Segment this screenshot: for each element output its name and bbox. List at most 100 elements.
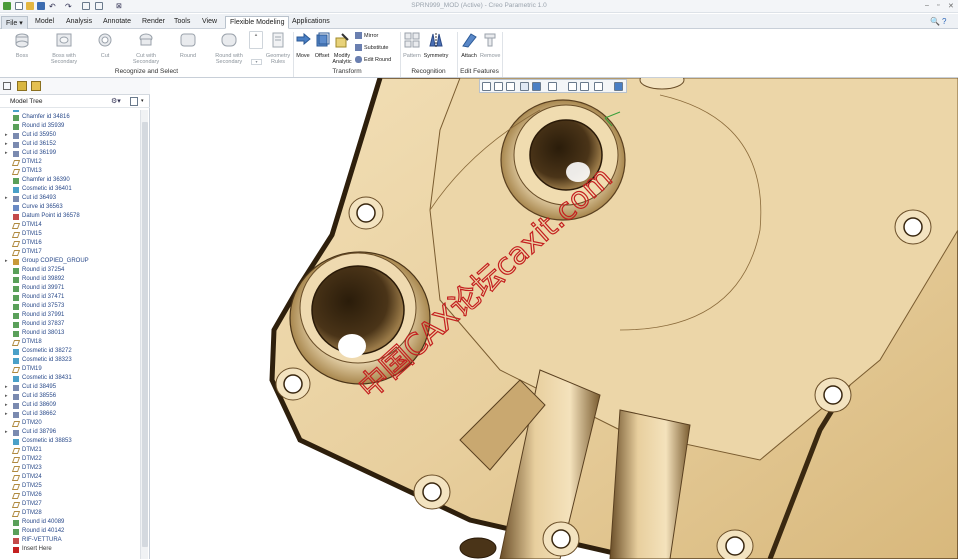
tree-item[interactable]: Round id 39971 — [0, 285, 140, 294]
graphics-area[interactable]: 中国CAX论坛caxit.com — [151, 78, 958, 559]
tab-analysis[interactable]: Analysis — [62, 16, 96, 29]
tree-item[interactable]: Round id 39892 — [0, 276, 140, 285]
zoom-in-icon[interactable] — [494, 82, 503, 91]
expand-icon[interactable]: ▸ — [5, 258, 8, 264]
saved-views-icon[interactable] — [548, 82, 557, 91]
modify-analytic-button[interactable]: Modify Analytic — [331, 32, 353, 66]
expand-icon[interactable]: ▸ — [5, 402, 8, 408]
chevron-down-icon[interactable]: ▾ — [141, 98, 144, 104]
repaint-icon[interactable] — [520, 82, 529, 91]
tree-item[interactable]: Chamfer id 36390 — [0, 177, 140, 186]
tree-item[interactable]: Round id 38013 — [0, 330, 140, 339]
folder-browser-tab-icon[interactable] — [17, 81, 27, 91]
tab-view[interactable]: View — [198, 16, 221, 29]
substitute-button[interactable]: Substitute — [355, 44, 388, 51]
tree-item[interactable]: Round id 35939 — [0, 123, 140, 132]
cut-with-secondary-button[interactable]: Cut with Secondary — [126, 32, 166, 66]
expand-icon[interactable]: ▸ — [5, 411, 8, 417]
tree-scrollbar[interactable] — [140, 110, 148, 559]
minimize-icon[interactable]: – — [925, 2, 929, 9]
symmetry-button[interactable]: Symmetry — [423, 32, 449, 59]
tree-item[interactable]: Cosmetic id 38431 — [0, 375, 140, 384]
expand-icon[interactable]: ▸ — [5, 195, 8, 201]
help-icon[interactable]: ? — [942, 17, 946, 26]
tree-item[interactable]: Cosmetic id 38323 — [0, 357, 140, 366]
round-button[interactable]: Round — [172, 32, 204, 59]
model-tree-list[interactable]: Cosmetic id 34794 Chamfer id 34816 Round i… — [0, 110, 140, 559]
tree-item[interactable]: Curve id 36563 — [0, 204, 140, 213]
model-tree-tab-icon[interactable] — [3, 82, 11, 90]
tree-item[interactable]: Round id 37837 — [0, 321, 140, 330]
tree-item[interactable]: ▸ Cut id 38495 — [0, 384, 140, 393]
restore-icon[interactable]: ▫ — [937, 2, 939, 9]
tree-item[interactable]: ▸ Cut id 38556 — [0, 393, 140, 402]
pattern-button[interactable]: Pattern — [402, 32, 422, 59]
tree-item[interactable]: Round id 40142 — [0, 528, 140, 537]
remove-button[interactable]: Remove — [480, 32, 500, 59]
expand-icon[interactable]: ▸ — [5, 429, 8, 435]
tree-item[interactable]: ▸ Cut id 36493 — [0, 195, 140, 204]
zoom-out-icon[interactable] — [506, 82, 515, 91]
tab-model[interactable]: Model — [31, 16, 58, 29]
boss-with-secondary-button[interactable]: Boss with Secondary — [44, 32, 84, 66]
tree-item[interactable]: ▸ Cut id 36152 — [0, 141, 140, 150]
select-scroll-button[interactable]: ▴ — [249, 31, 263, 49]
tree-item[interactable]: Round id 37573 — [0, 303, 140, 312]
tree-item[interactable]: Round id 37991 — [0, 312, 140, 321]
settings-icon[interactable]: ⚙▾ — [111, 97, 121, 105]
tree-item[interactable]: DTM13 — [0, 168, 140, 177]
tree-item[interactable]: Cosmetic id 36401 — [0, 186, 140, 195]
edit-round-button[interactable]: Edit Round — [355, 56, 391, 63]
tree-item[interactable]: DTM26 — [0, 492, 140, 501]
tree-item[interactable]: ▸ Cut id 38609 — [0, 402, 140, 411]
attach-button[interactable]: Attach — [459, 32, 479, 59]
tab-file[interactable]: File ▾ — [1, 16, 28, 29]
dropdown-button[interactable]: ▾ — [251, 59, 262, 65]
tree-item[interactable]: DTM21 — [0, 447, 140, 456]
mirror-button[interactable]: Mirror — [355, 32, 378, 39]
scroll-thumb[interactable] — [142, 122, 148, 547]
tree-item[interactable]: DTM27 — [0, 501, 140, 510]
round-with-secondary-button[interactable]: Round with Secondary — [209, 32, 249, 66]
tree-item[interactable]: ▸ Cut id 36199 — [0, 150, 140, 159]
tree-item[interactable]: DTM16 — [0, 240, 140, 249]
tab-flexible-modeling[interactable]: Flexible Modeling — [225, 16, 290, 29]
expand-icon[interactable]: ▸ — [5, 141, 8, 147]
expand-icon[interactable]: ▸ — [5, 132, 8, 138]
tree-item[interactable]: DTM17 — [0, 249, 140, 258]
search-icon[interactable]: 🔍 — [930, 17, 940, 26]
tree-item[interactable]: ▸ Group COPIED_GROUP — [0, 258, 140, 267]
tree-item[interactable]: DTM28 — [0, 510, 140, 519]
geometry-rules-button[interactable]: Geometry Rules — [264, 32, 292, 66]
datum-display-icon[interactable] — [580, 82, 589, 91]
tree-item[interactable]: Insert Here — [0, 546, 140, 555]
move-button[interactable]: Move — [294, 32, 312, 59]
tree-item[interactable]: DTM15 — [0, 231, 140, 240]
tree-item[interactable]: Round id 37254 — [0, 267, 140, 276]
tab-tools[interactable]: Tools — [170, 16, 194, 29]
tab-annotate[interactable]: Annotate — [99, 16, 135, 29]
tree-item[interactable]: DTM24 — [0, 474, 140, 483]
boss-button[interactable]: Boss — [5, 32, 39, 59]
tree-item[interactable]: ▸ Cut id 38662 — [0, 411, 140, 420]
tree-item[interactable]: ▸ Cut id 35950 — [0, 132, 140, 141]
tab-render[interactable]: Render — [138, 16, 169, 29]
show-menu-icon[interactable] — [130, 97, 138, 106]
tree-item[interactable]: DTM19 — [0, 366, 140, 375]
tree-item[interactable]: Chamfer id 34816 — [0, 114, 140, 123]
tree-item[interactable]: RIF-VETTURA — [0, 537, 140, 546]
tree-item[interactable]: DTM23 — [0, 465, 140, 474]
favorites-tab-icon[interactable] — [31, 81, 41, 91]
tree-item[interactable]: ▸ Cut id 38796 — [0, 429, 140, 438]
tree-item[interactable]: DTM20 — [0, 420, 140, 429]
spin-center-icon[interactable] — [614, 82, 623, 91]
expand-icon[interactable]: ▸ — [5, 384, 8, 390]
annotation-display-icon[interactable] — [594, 82, 603, 91]
tree-item[interactable]: Datum Point id 36578 — [0, 213, 140, 222]
tree-item[interactable]: DTM18 — [0, 339, 140, 348]
tree-item[interactable]: Round id 37471 — [0, 294, 140, 303]
tree-item[interactable]: DTM25 — [0, 483, 140, 492]
expand-icon[interactable]: ▸ — [5, 150, 8, 156]
tree-item[interactable]: DTM14 — [0, 222, 140, 231]
tree-item[interactable]: Cosmetic id 38853 — [0, 438, 140, 447]
